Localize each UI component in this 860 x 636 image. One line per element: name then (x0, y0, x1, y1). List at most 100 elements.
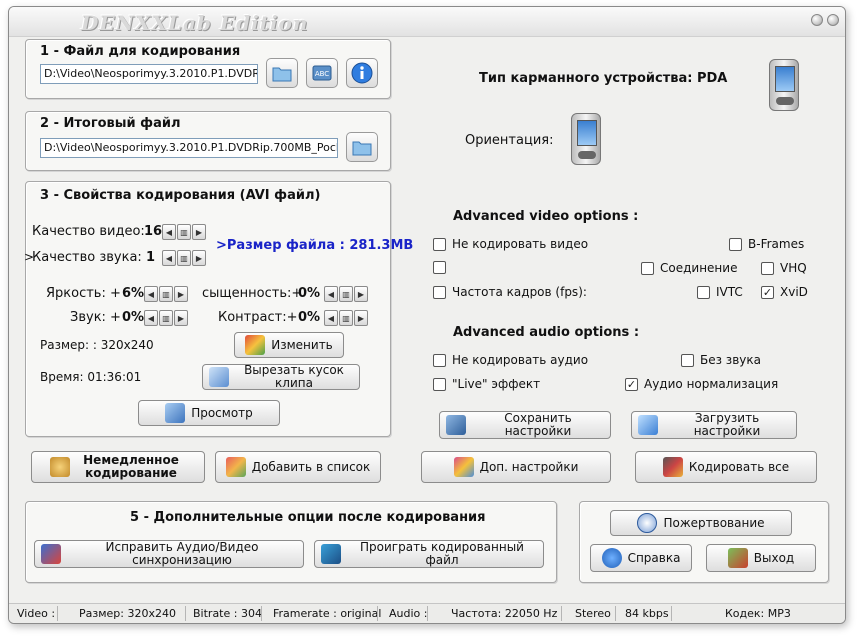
spellcheck-button[interactable]: ABC (306, 58, 338, 88)
audio-quality-spinner[interactable]: ◀ ▥ ▶ (162, 250, 206, 266)
increase-arrow-icon[interactable]: ▶ (354, 310, 368, 326)
live-effect-checkbox[interactable]: "Live" эффект (433, 377, 540, 391)
cut-clip-button[interactable]: Вырезать кусок клипа (202, 364, 360, 390)
load-settings-button[interactable]: Загрузить настройки (631, 411, 797, 439)
checkbox-icon (641, 261, 654, 275)
help-button[interactable]: Справка (590, 544, 692, 572)
saturation-spinner[interactable]: ◀ ▥ ▶ (324, 286, 368, 302)
encoding-properties-title: 3 - Свойства кодирования (AVI файл) (40, 188, 321, 203)
no-sound-checkbox[interactable]: Без звука (681, 353, 761, 367)
duration-text: Время: 01:36:01 (40, 370, 142, 384)
decrease-arrow-icon[interactable]: ◀ (324, 286, 338, 302)
browse-output-button[interactable] (346, 132, 378, 162)
browse-input-button[interactable] (266, 58, 298, 88)
checkbox-icon: ✓ (625, 377, 638, 391)
increase-arrow-icon[interactable]: ▶ (174, 286, 188, 302)
donate-button[interactable]: Пожертвование (610, 510, 792, 536)
xvid-checkbox[interactable]: ✓ XviD (761, 285, 808, 299)
increase-arrow-icon[interactable]: ▶ (192, 250, 206, 266)
slider-thumb-icon[interactable]: ▥ (339, 310, 353, 326)
increase-arrow-icon[interactable]: ▶ (192, 224, 206, 240)
exit-button[interactable]: Выход (706, 544, 816, 572)
checkbox-icon (729, 237, 742, 251)
preview-button[interactable]: Просмотр (138, 400, 280, 426)
slider-thumb-icon[interactable]: ▥ (339, 286, 353, 302)
ivtc-checkbox[interactable]: IVTC (697, 285, 743, 299)
slider-thumb-icon[interactable]: ▥ (159, 286, 173, 302)
join-checkbox[interactable]: Соединение (641, 261, 737, 275)
vhq-checkbox[interactable]: VHQ (761, 261, 807, 275)
checkbox-icon (433, 377, 446, 391)
input-file-field[interactable]: D:\Video\Neosporimyy.3.2010.P1.DVDRip.7 (40, 64, 258, 84)
contrast-value: 0% (298, 310, 321, 325)
video-quality-value: 16 (144, 224, 163, 239)
video-options-title: Advanced video options : (453, 209, 639, 224)
video-quality-spinner[interactable]: ◀ ▥ ▶ (162, 224, 206, 240)
fps-checkbox[interactable]: Частота кадров (fps): (433, 285, 587, 299)
encode-now-button[interactable]: Немедленное кодирование (31, 451, 205, 483)
status-audio: Audio : (389, 607, 428, 620)
minimize-button[interactable] (811, 14, 823, 26)
main-window: DENXXLab Edition 1 - Файл для кодировани… (8, 6, 846, 624)
extra-settings-button[interactable]: Доп. настройки (421, 451, 611, 483)
status-bar: Video : Размер: 320x240 Bitrate : 304 Fr… (9, 603, 845, 623)
decrease-arrow-icon[interactable]: ◀ (144, 286, 158, 302)
home-exit-icon (727, 548, 748, 568)
unlabeled-checkbox[interactable] (433, 261, 452, 274)
add-to-list-button[interactable]: Добавить в список (215, 451, 381, 483)
brightness-label: Яркость: + (46, 286, 121, 301)
increase-arrow-icon[interactable]: ▶ (354, 286, 368, 302)
checkbox-icon (681, 353, 694, 367)
saturation-label: сыщенность:+ (202, 286, 303, 301)
encode-all-button[interactable]: Кодировать все (635, 451, 817, 483)
info-button[interactable] (346, 58, 378, 88)
slider-thumb-icon[interactable]: ▥ (177, 250, 191, 266)
gear-icon (50, 457, 70, 477)
decrease-arrow-icon[interactable]: ◀ (162, 250, 176, 266)
saturation-value: 0% (298, 286, 321, 301)
volume-spinner[interactable]: ◀ ▥ ▶ (144, 310, 188, 326)
checkbox-icon (433, 237, 446, 251)
sync-icon (41, 544, 61, 564)
b-frames-checkbox[interactable]: B-Frames (729, 237, 804, 251)
slider-thumb-icon[interactable]: ▥ (159, 310, 173, 326)
decrease-arrow-icon[interactable]: ◀ (324, 310, 338, 326)
status-framerate: Framerate : original (273, 607, 382, 620)
decrease-arrow-icon[interactable]: ◀ (162, 224, 176, 240)
save-settings-button[interactable]: Сохранить настройки (439, 411, 611, 439)
info-icon (351, 62, 373, 84)
decrease-arrow-icon[interactable]: ◀ (144, 310, 158, 326)
status-codec: Кодек: MP3 (725, 607, 791, 620)
audio-quality-value: 1 (146, 250, 156, 265)
svg-text:ABC: ABC (315, 70, 329, 78)
play-encoded-button[interactable]: Проиграть кодированный файл (314, 540, 544, 568)
scissors-icon (209, 367, 229, 387)
status-kbps: 84 kbps (625, 607, 669, 620)
fix-sync-button[interactable]: Исправить Аудио/Видео синхронизацию (34, 540, 304, 568)
change-resolution-button[interactable]: Изменить (234, 332, 344, 358)
checkbox-icon (433, 353, 446, 367)
encode-all-icon (662, 457, 683, 477)
title-bar[interactable]: DENXXLab Edition (9, 7, 845, 37)
brightness-spinner[interactable]: ◀ ▥ ▶ (144, 286, 188, 302)
save-icon (446, 415, 466, 435)
play-icon (321, 544, 341, 564)
contrast-spinner[interactable]: ◀ ▥ ▶ (324, 310, 368, 326)
close-button[interactable] (827, 14, 839, 26)
audio-normalize-checkbox[interactable]: ✓ Аудио нормализация (625, 377, 778, 391)
output-file-field[interactable]: D:\Video\Neosporimyy.3.2010.P1.DVDRip.70… (40, 138, 338, 158)
folder-icon (272, 67, 292, 82)
no-encode-video-checkbox[interactable]: Не кодировать видео (433, 237, 588, 251)
load-icon (638, 415, 658, 435)
encoding-properties-panel: 3 - Свойства кодирования (AVI файл) Каче… (24, 181, 413, 437)
slider-thumb-icon[interactable]: ▥ (177, 224, 191, 240)
volume-label: Звук: + (70, 310, 121, 325)
checkbox-icon: ✓ (761, 285, 774, 299)
no-encode-audio-checkbox[interactable]: Не кодировать аудио (433, 353, 588, 367)
pda-orientation-icon[interactable] (571, 113, 601, 165)
pda-device-icon[interactable] (769, 59, 799, 111)
file-size-text: >Размер файла : 281.3MB (216, 238, 414, 253)
abc-icon: ABC (312, 65, 332, 81)
increase-arrow-icon[interactable]: ▶ (174, 310, 188, 326)
device-type-text: Тип карманного устройства: PDA (479, 71, 728, 86)
